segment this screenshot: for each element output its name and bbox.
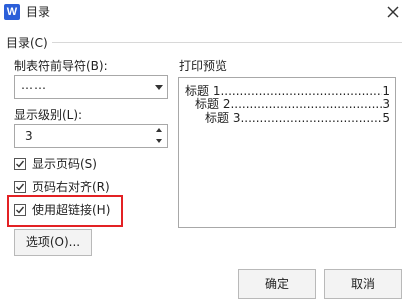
spin-down-icon [156,139,162,143]
show-page-numbers-checkbox[interactable]: 显示页码(S) [14,157,154,173]
group-divider [52,42,402,43]
close-icon [387,6,399,18]
options-button[interactable]: 选项(O)... [14,229,92,256]
toc-leader-dots: ........................................… [230,97,382,111]
toc-page-number: 1 [382,84,390,98]
close-button[interactable] [384,3,402,21]
highlight-annotation [7,195,123,227]
toc-group-label: 目录(C) [6,36,48,50]
print-preview-pane: 标题 1 ...................................… [178,77,396,228]
toc-leader-dots: ........................................… [220,84,382,98]
toc-entry-level-2: 标题 2 ...................................… [195,97,390,111]
options-button-label: 选项(O)... [25,235,81,249]
spin-down-button[interactable] [152,136,167,147]
checkbox-box [14,158,26,170]
right-align-label: 页码右对齐(R) [32,180,110,194]
spin-up-button[interactable] [152,125,167,136]
toc-entry-text: 标题 3 [205,111,241,125]
show-page-numbers-label: 显示页码(S) [32,157,97,171]
toc-page-number: 3 [382,97,390,111]
toc-leader-dots: ........................................… [240,111,382,125]
cancel-button[interactable]: 取消 [324,269,402,299]
levels-label: 显示级别(L): [14,108,83,122]
chevron-down-icon [155,85,163,90]
toc-entry-level-1: 标题 1 ...................................… [185,84,390,98]
toc-entry-text: 标题 1 [185,84,221,98]
wps-writer-icon: W [4,4,20,20]
ok-button-label: 确定 [264,277,289,291]
toc-page-number: 5 [382,111,390,125]
leader-label: 制表符前导符(B): [14,59,108,73]
spin-up-icon [156,128,162,132]
levels-spinner [14,124,168,148]
checkbox-box [14,181,26,193]
ok-button[interactable]: 确定 [238,269,316,299]
levels-input[interactable] [15,125,153,147]
checkmark-icon [16,183,25,191]
preview-label: 打印预览 [179,59,228,73]
dialog-title: 目录 [26,5,51,19]
toc-dialog: W 目录 目录(C) 制表符前导符(B): …… 显示级别(L): 显示页码(S… [0,0,410,308]
toc-entry-level-3: 标题 3 ...................................… [205,111,390,125]
title-bar: W 目录 [0,0,410,26]
leader-select-value: …… [21,78,47,92]
cancel-button-label: 取消 [350,277,375,291]
toc-entry-text: 标题 2 [195,97,231,111]
leader-select[interactable]: …… [14,75,168,99]
checkmark-icon [16,160,25,168]
right-align-checkbox[interactable]: 页码右对齐(R) [14,180,154,196]
